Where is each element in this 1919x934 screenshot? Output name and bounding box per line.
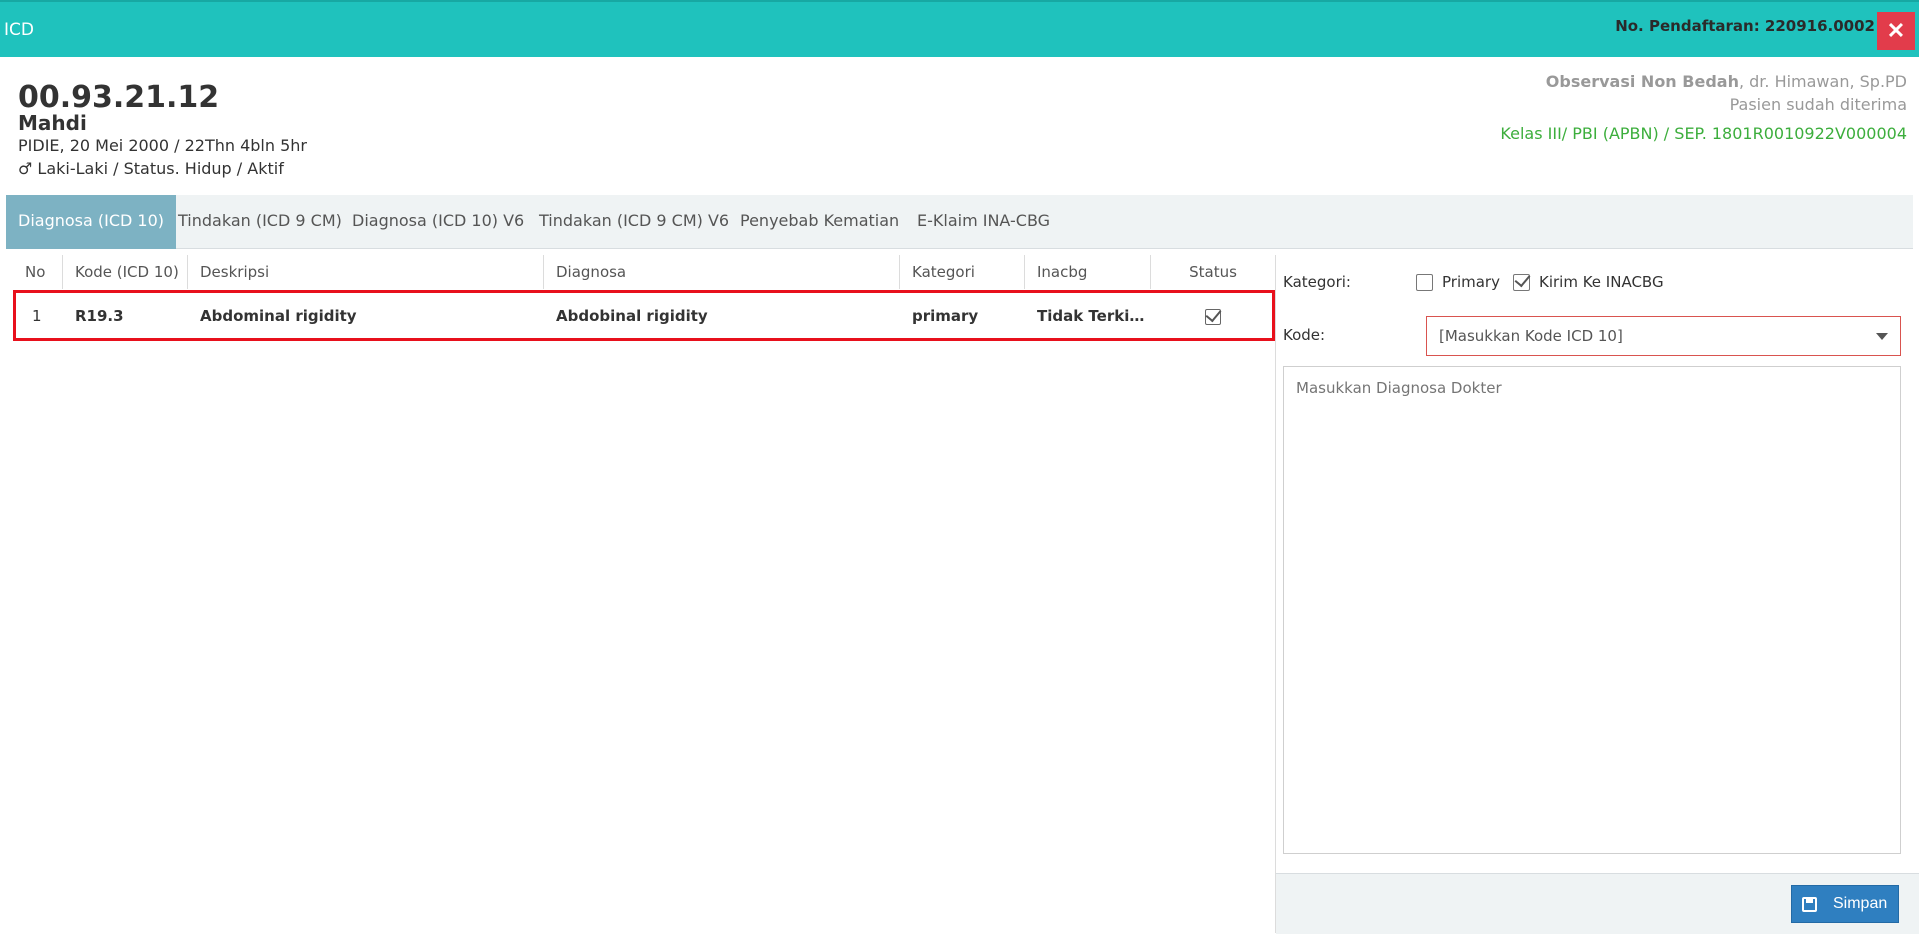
kirim-inacbg-label: Kirim Ke INACBG <box>1539 273 1664 291</box>
kode-select[interactable]: [Masukkan Kode ICD 10] <box>1426 316 1901 356</box>
tab-penyebab-kematian[interactable]: Penyebab Kematian <box>728 195 911 249</box>
diagnosa-dokter-textarea[interactable] <box>1283 366 1901 854</box>
col-deskripsi[interactable]: Deskripsi <box>187 255 543 289</box>
tab-tindakan-icd9cm-v6[interactable]: Tindakan (ICD 9 CM) V6 <box>527 195 741 249</box>
col-status[interactable]: Status <box>1150 255 1275 289</box>
patient-id: 00.93.21.12 <box>18 80 220 115</box>
modal-title: ICD <box>4 20 34 40</box>
tab-diagnosa-icd10[interactable]: Diagnosa (ICD 10) <box>6 195 177 249</box>
tab-eklaim-inacbg[interactable]: E-Klaim INA-CBG <box>905 195 1062 249</box>
kode-select-placeholder: [Masukkan Kode ICD 10] <box>1439 327 1623 345</box>
visit-doctor: , dr. Himawan, Sp.PD <box>1738 72 1907 91</box>
kirim-inacbg-checkbox[interactable] <box>1513 274 1530 291</box>
visit-status: Pasien sudah diterima <box>1729 95 1907 114</box>
table-header: No Kode (ICD 10) Deskripsi Diagnosa Kate… <box>0 255 1275 289</box>
tab-bar: Diagnosa (ICD 10) Tindakan (ICD 9 CM) Di… <box>6 195 1913 249</box>
patient-name: Mahdi <box>18 111 87 135</box>
col-kategori[interactable]: Kategori <box>899 255 1024 289</box>
chevron-down-icon <box>1876 333 1888 340</box>
times-icon: ✕ <box>1886 18 1906 43</box>
modal-header: ICD No. Pendaftaran: 220916.0002 ✕ <box>0 0 1919 57</box>
floppy-disk-icon <box>1802 897 1817 912</box>
col-inacbg[interactable]: Inacbg <box>1024 255 1150 289</box>
close-button[interactable]: ✕ <box>1877 12 1915 50</box>
patient-status-info: ♂ Laki-Laki / Status. Hidup / Aktif <box>18 159 284 178</box>
row-highlight-box <box>13 290 1275 341</box>
col-diagnosa[interactable]: Diagnosa <box>543 255 899 289</box>
primary-label: Primary <box>1442 273 1500 291</box>
patient-birth-info: PIDIE, 20 Mei 2000 / 22Thn 4bln 5hr <box>18 136 307 155</box>
registration-number: No. Pendaftaran: 220916.0002 <box>1615 17 1875 35</box>
col-no[interactable]: No <box>0 255 62 289</box>
visit-info: Observasi Non Bedah, dr. Himawan, Sp.PD … <box>1500 70 1907 145</box>
tab-tindakan-icd9cm[interactable]: Tindakan (ICD 9 CM) <box>166 195 354 249</box>
kode-label: Kode: <box>1283 326 1326 344</box>
kategori-label: Kategori: <box>1283 273 1351 291</box>
visit-unit: Observasi Non Bedah <box>1545 72 1739 91</box>
tab-diagnosa-icd10-v6[interactable]: Diagnosa (ICD 10) V6 <box>340 195 536 249</box>
save-button-label: Simpan <box>1833 895 1888 912</box>
primary-checkbox[interactable] <box>1416 274 1433 291</box>
col-kode[interactable]: Kode (ICD 10) <box>62 255 187 289</box>
visit-class-sep: Kelas III/ PBI (APBN) / SEP. 1801R001092… <box>1500 124 1907 143</box>
form-footer: Simpan <box>1276 873 1919 934</box>
save-button[interactable]: Simpan <box>1791 885 1899 923</box>
diagnosis-form: Kategori: Primary Kirim Ke INACBG Kode: … <box>1276 255 1919 934</box>
